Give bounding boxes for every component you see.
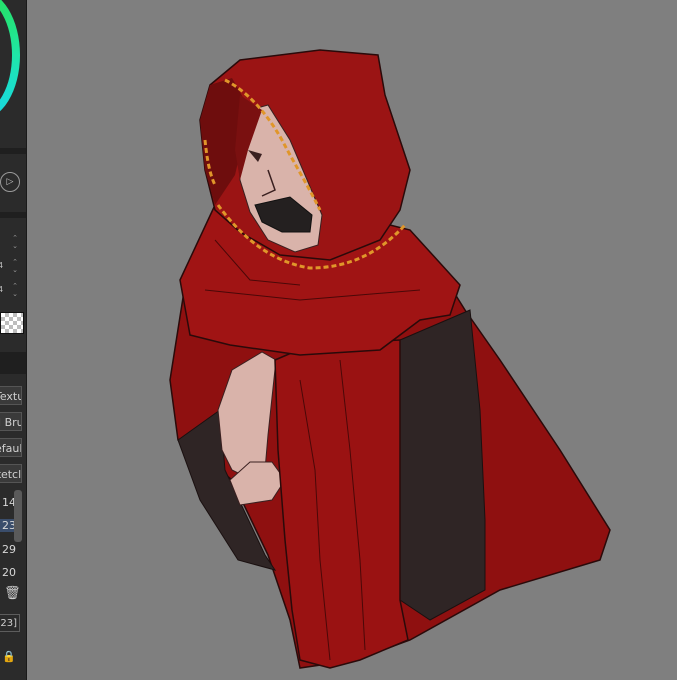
- brush-item-pencil[interactable]: il Bru: [0, 412, 22, 431]
- panel-divider: [0, 352, 26, 374]
- brush-item-texture[interactable]: Textur: [0, 386, 22, 405]
- drawing-canvas[interactable]: [27, 0, 677, 680]
- panel-divider: [0, 148, 26, 154]
- chevron-down-icon[interactable]: ⌄: [6, 266, 24, 274]
- trash-icon[interactable]: 🗑: [4, 586, 21, 601]
- stepper-1[interactable]: ⌃ ⌄: [6, 234, 24, 252]
- chevron-up-icon[interactable]: ⌃: [6, 258, 24, 266]
- scrollbar-thumb[interactable]: [14, 490, 22, 542]
- layer-number[interactable]: 20: [0, 566, 16, 579]
- color-wheel[interactable]: [0, 0, 20, 120]
- stepper-3[interactable]: 4 ⌃ ⌄: [0, 282, 24, 300]
- stepper-2-value: 4: [0, 262, 3, 270]
- brush-item-default[interactable]: efaul: [0, 438, 22, 457]
- transparency-checker-icon[interactable]: [0, 312, 24, 334]
- panel-divider: [0, 212, 26, 218]
- inner-dress: [399, 309, 486, 621]
- stepper-3-value: 4: [0, 286, 3, 294]
- tool-sidebar: ▷ ⌃ ⌄ 4 ⌃ ⌄ 4 ⌃ ⌄ Textur il Bru efaul ke…: [0, 0, 27, 680]
- chevron-up-icon[interactable]: ⌃: [6, 234, 24, 242]
- layer-number[interactable]: 29: [0, 543, 16, 556]
- lock-icon[interactable]: 🔒: [2, 650, 16, 663]
- chevron-down-icon[interactable]: ⌄: [6, 242, 24, 250]
- page-number-box[interactable]: 23]: [0, 614, 20, 632]
- chevron-down-icon[interactable]: ⌄: [6, 290, 24, 298]
- stepper-2[interactable]: 4 ⌃ ⌄: [0, 258, 24, 276]
- cloak-front: [274, 339, 409, 669]
- play-icon[interactable]: ▷: [0, 172, 20, 192]
- brush-item-sketch[interactable]: ketcl: [0, 464, 22, 483]
- chevron-up-icon[interactable]: ⌃: [6, 282, 24, 290]
